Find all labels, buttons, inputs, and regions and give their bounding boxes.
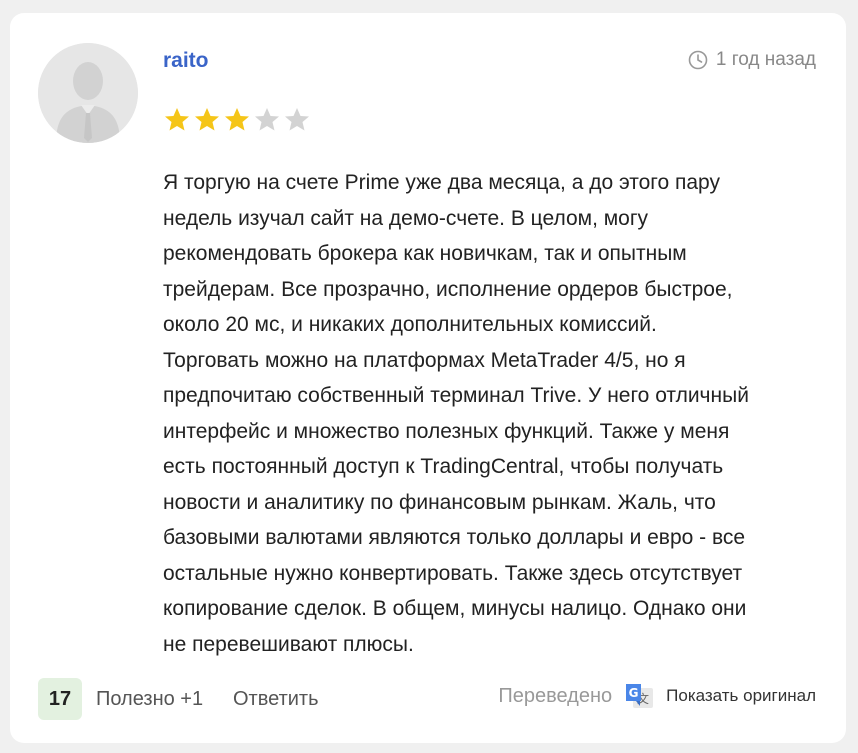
google-translate-icon: 文 G xyxy=(626,684,654,708)
svg-text:G: G xyxy=(629,686,639,700)
clock-icon xyxy=(688,50,708,70)
star-filled-icon xyxy=(223,106,251,134)
star-filled-icon xyxy=(163,106,191,134)
translation-info: Переведено 文 G Показать оригинал xyxy=(498,682,816,710)
translated-label: Переведено xyxy=(498,684,613,707)
username-link[interactable]: raito xyxy=(163,49,209,73)
star-filled-icon xyxy=(193,106,221,134)
review-timestamp: 1 год назад xyxy=(688,49,816,71)
helpful-button[interactable]: Полезно +1 xyxy=(96,688,203,711)
star-empty-icon xyxy=(253,106,281,134)
time-ago-text: 1 год назад xyxy=(715,49,816,70)
reply-button[interactable]: Ответить xyxy=(233,688,319,711)
show-original-link[interactable]: Показать оригинал xyxy=(666,686,816,706)
star-empty-icon xyxy=(283,106,311,134)
review-card: raito 1 год назад Я торгую на счете Prim… xyxy=(10,13,846,743)
default-user-avatar-icon xyxy=(38,43,138,143)
helpful-count-badge: 17 xyxy=(38,678,82,720)
star-rating xyxy=(163,106,311,134)
avatar[interactable] xyxy=(38,43,138,143)
review-text: Я торгую на счете Prime уже два месяца, … xyxy=(163,171,749,656)
review-footer: 17 Полезно +1 Ответить Переведено 文 G По… xyxy=(38,678,816,720)
